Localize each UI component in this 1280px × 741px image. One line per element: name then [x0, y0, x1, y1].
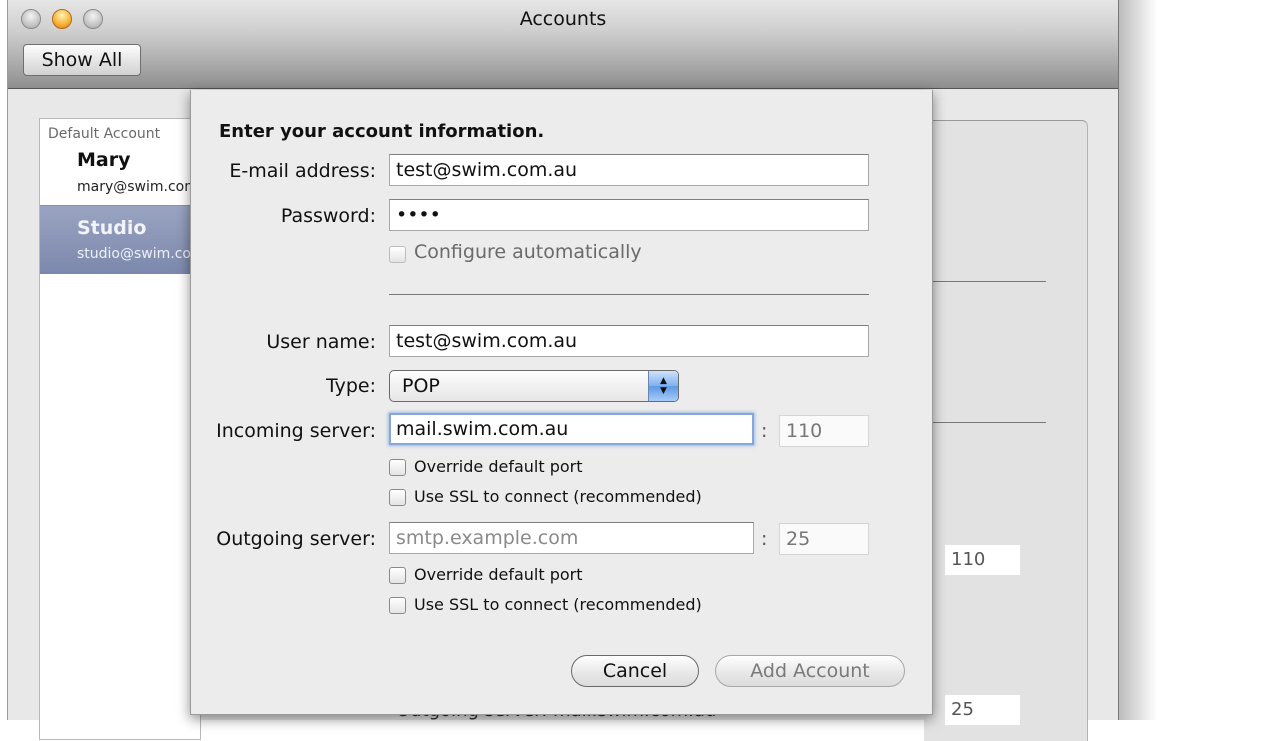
checkbox-label: Use SSL to connect (recommended) — [414, 595, 702, 614]
section-separator — [389, 294, 869, 295]
checkbox-box — [389, 459, 406, 476]
outgoing-server-label: Outgoing server: — [216, 528, 376, 550]
incoming-server-label: Incoming server: — [216, 420, 376, 442]
checkbox-label: Configure automatically — [414, 241, 642, 263]
outgoing-port-field[interactable]: 25 — [779, 523, 869, 555]
sheet-heading: Enter your account information. — [219, 121, 545, 142]
email-label: E-mail address: — [229, 160, 376, 182]
outgoing-server-field[interactable]: smtp.example.com — [389, 522, 754, 554]
account-detail-pane — [924, 120, 1088, 741]
window-title: Accounts — [519, 8, 607, 30]
background-incoming-port: 110 — [945, 545, 1020, 575]
account-item-studio[interactable]: Studio studio@swim.com.au — [40, 205, 200, 274]
window-shadow — [1117, 0, 1157, 720]
checkbox-label: Override default port — [414, 565, 583, 584]
account-name: Mary — [77, 149, 131, 171]
checkbox-box — [389, 489, 406, 506]
account-email: mary@swim.com.au — [77, 179, 200, 195]
checkbox-box — [389, 246, 406, 263]
password-field[interactable]: •••• — [389, 199, 869, 231]
incoming-server-field[interactable]: mail.swim.com.au — [389, 413, 754, 445]
password-label: Password: — [280, 205, 376, 227]
checkbox-box — [389, 597, 406, 614]
type-selected-value: POP — [402, 375, 440, 397]
type-label: Type: — [325, 375, 376, 397]
account-type-select[interactable]: POP ▲ ▼ — [389, 370, 679, 402]
account-email: studio@swim.com.au — [77, 246, 200, 262]
checkbox-label: Use SSL to connect (recommended) — [414, 487, 702, 506]
title-bar: Accounts Show All — [8, 0, 1118, 89]
incoming-port-field[interactable]: 110 — [779, 415, 869, 447]
add-account-button[interactable]: Add Account — [715, 655, 905, 687]
show-all-button[interactable]: Show All — [23, 44, 141, 76]
background-outgoing-port: 25 — [945, 695, 1020, 725]
username-field[interactable]: test@swim.com.au — [389, 325, 869, 357]
checkbox-label: Override default port — [414, 457, 583, 476]
account-section-label: Default Account — [48, 126, 161, 142]
account-name: Studio — [77, 217, 147, 239]
add-account-sheet: Enter your account information. E-mail a… — [190, 90, 933, 715]
popup-stepper-icon: ▲ ▼ — [648, 371, 678, 401]
account-item-mary[interactable]: Mary mary@swim.com.au — [40, 147, 200, 201]
cancel-button[interactable]: Cancel — [571, 655, 699, 687]
detail-divider — [924, 422, 1046, 423]
detail-divider — [924, 281, 1046, 282]
checkbox-box — [389, 567, 406, 584]
account-list: Default Account Mary mary@swim.com.au St… — [39, 118, 201, 740]
port-separator: : — [761, 528, 768, 550]
port-separator: : — [761, 420, 768, 442]
username-label: User name: — [266, 331, 376, 353]
email-field[interactable]: test@swim.com.au — [389, 154, 869, 186]
